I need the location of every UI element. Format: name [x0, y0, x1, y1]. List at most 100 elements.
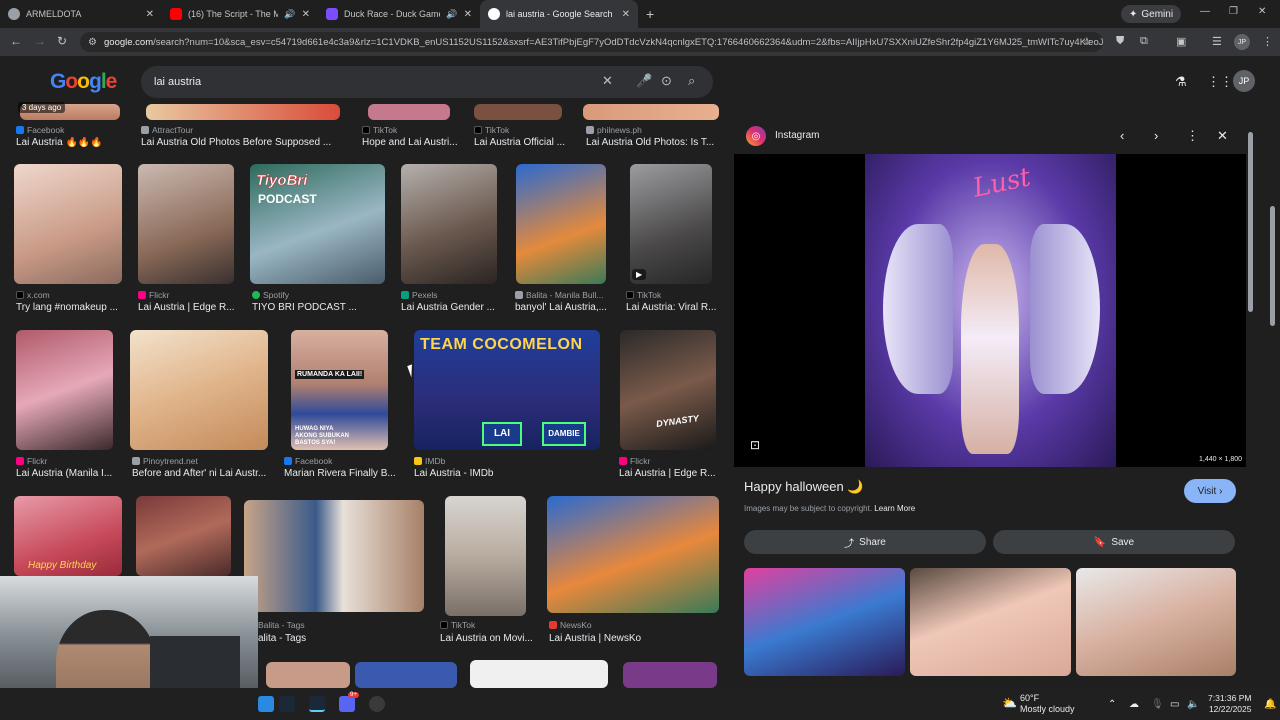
weather-widget[interactable]: 60°F Mostly cloudy [1020, 693, 1075, 715]
related-image[interactable] [910, 568, 1071, 676]
search-icon[interactable]: ⌕ [688, 73, 695, 89]
account-avatar[interactable]: JP [1233, 70, 1255, 92]
lens-search-icon[interactable]: ⊡ [750, 438, 760, 452]
result-caption[interactable]: Hope and Lai Austri... [362, 137, 462, 148]
preview-image-frame[interactable]: Lust ⊡ 1,440 × 1,800 [734, 154, 1246, 467]
share-button[interactable]: ⤴ Share [744, 530, 986, 554]
sidepanel-icon[interactable]: ▣ [1176, 35, 1186, 48]
lens-icon[interactable]: ⊙ [661, 73, 672, 89]
google-logo[interactable]: Google [50, 70, 117, 94]
image-result[interactable] [130, 330, 268, 450]
result-caption[interactable]: Lai Austria | Edge R... [138, 302, 238, 313]
page-scrollbar[interactable] [1270, 60, 1276, 680]
image-result[interactable] [445, 496, 526, 616]
network-icon[interactable]: ▭ [1170, 699, 1179, 710]
clear-icon[interactable]: ✕ [602, 73, 613, 89]
system-clock[interactable]: 7:31:36 PM 12/22/2025 [1208, 693, 1251, 715]
image-result[interactable]: ▶ [630, 164, 712, 284]
image-result[interactable] [16, 330, 113, 450]
labs-flask-icon[interactable]: ⚗ [1175, 74, 1187, 90]
discord-icon[interactable] [339, 696, 355, 712]
speaker-icon[interactable]: 🔊 [284, 9, 295, 20]
result-caption[interactable]: banyol' Lai Austria,... [515, 302, 610, 313]
more-options-icon[interactable]: ⋮ [1186, 128, 1199, 144]
panel-scrollbar[interactable] [1248, 126, 1254, 666]
image-result[interactable] [547, 496, 719, 613]
related-image[interactable] [744, 568, 905, 676]
result-caption[interactable]: Before and After' ni Lai Austr... [132, 468, 266, 479]
shield-icon[interactable]: ⛊ [1116, 35, 1124, 48]
prev-result-icon[interactable]: ‹ [1120, 128, 1124, 143]
volume-icon[interactable]: 🔈 [1187, 699, 1199, 710]
steam-active-icon[interactable] [309, 696, 325, 712]
image-result[interactable] [623, 662, 717, 688]
edge-icon[interactable] [258, 696, 274, 712]
address-bar[interactable]: ⚙ google.com/search?num=10&sca_esv=c5471… [80, 32, 1103, 52]
image-result[interactable] [583, 104, 719, 120]
image-result[interactable] [470, 660, 608, 688]
tab-duck-race[interactable]: Duck Race - Duck Games 🔊 ✕ [318, 0, 480, 28]
result-caption[interactable]: Lai Austria: Viral R... [626, 302, 716, 313]
obs-icon[interactable] [369, 696, 385, 712]
image-result[interactable] [136, 496, 231, 576]
new-tab-icon[interactable]: + [646, 6, 654, 22]
search-input[interactable]: lai austria [141, 66, 713, 98]
panel-source[interactable]: Instagram [775, 130, 819, 141]
close-icon[interactable]: ✕ [146, 9, 154, 20]
result-caption[interactable]: Lai Austria - IMDb [414, 468, 534, 479]
result-caption[interactable]: Lai Austria Old Photos: Is T... [586, 137, 716, 148]
tab-armeldota[interactable]: ARMELDOTA ✕ [0, 0, 162, 28]
bookmark-star-icon[interactable]: ☆ [1082, 35, 1092, 48]
speaker-icon[interactable]: 🔊 [446, 9, 457, 20]
next-result-icon[interactable]: › [1154, 128, 1158, 143]
forward-icon[interactable]: → [34, 34, 46, 48]
cloud-icon[interactable]: ☁ [1129, 699, 1139, 710]
mic-tray-icon[interactable]: 🎙 [1151, 699, 1164, 710]
close-icon[interactable]: ✕ [302, 9, 310, 20]
extensions-icon[interactable]: ⧉ [1140, 35, 1148, 48]
profile-avatar[interactable]: JP [1234, 34, 1250, 50]
image-result[interactable] [516, 164, 606, 284]
panel-title[interactable]: Happy halloween 🌙 [744, 479, 864, 495]
result-caption[interactable]: Lai Austria | NewsKo [549, 633, 669, 644]
result-caption[interactable]: Lai Austria (Manila I... [16, 468, 116, 479]
scrollbar-thumb[interactable] [1270, 206, 1275, 326]
image-result[interactable] [146, 104, 340, 120]
gemini-button[interactable]: ✦ Gemini [1121, 5, 1182, 23]
maximize-icon[interactable]: ❐ [1229, 6, 1238, 17]
tab-google-search[interactable]: lai austria - Google Search ✕ [480, 0, 638, 28]
result-caption[interactable]: TIYO BRI PODCAST ... [252, 302, 382, 313]
image-result[interactable] [368, 104, 450, 120]
close-panel-icon[interactable]: ✕ [1217, 128, 1228, 144]
image-result[interactable]: Happy Birthday [14, 496, 122, 576]
minimize-icon[interactable]: — [1200, 6, 1210, 17]
image-result[interactable] [266, 662, 350, 688]
image-result[interactable] [355, 662, 457, 688]
image-result[interactable] [244, 500, 424, 612]
result-caption[interactable]: Lai Austria Old Photos Before Supposed .… [141, 137, 331, 148]
back-icon[interactable]: ← [10, 34, 22, 48]
image-result[interactable] [401, 164, 497, 284]
result-caption[interactable]: Lai Austria on Movi... [440, 633, 535, 644]
related-image[interactable] [1076, 568, 1236, 676]
learn-more-link[interactable]: Learn More [874, 504, 915, 513]
close-icon[interactable]: ✕ [622, 9, 630, 20]
reload-icon[interactable]: ↻ [57, 34, 67, 48]
result-caption[interactable]: Lai Austria | Edge R... [619, 468, 715, 479]
image-result[interactable]: TiyoBri PODCAST [250, 164, 385, 284]
steam-icon[interactable] [279, 696, 295, 712]
result-caption[interactable]: Marian Rivera Finally B... [284, 468, 396, 479]
image-result[interactable]: TEAM COCOMELON LAI DAMBIE [414, 330, 600, 450]
site-info-icon[interactable]: ⚙ [88, 37, 97, 48]
image-result[interactable] [138, 164, 234, 284]
result-caption[interactable]: Lai Austria Gender ... [401, 302, 501, 313]
media-icon[interactable]: ☰ [1212, 35, 1222, 48]
notifications-icon[interactable]: 🔔 [1264, 699, 1276, 710]
image-result[interactable] [474, 104, 562, 120]
image-result[interactable] [14, 164, 122, 284]
window-close-icon[interactable]: ✕ [1258, 6, 1266, 17]
image-result[interactable]: RUMANDA KA LAII! HUWAG NIYA AKONG SUBUKA… [291, 330, 388, 450]
result-caption[interactable]: alita - Tags [258, 633, 328, 644]
mic-icon[interactable]: 🎤 [636, 73, 652, 89]
image-result[interactable]: DYNASTY [620, 330, 716, 450]
